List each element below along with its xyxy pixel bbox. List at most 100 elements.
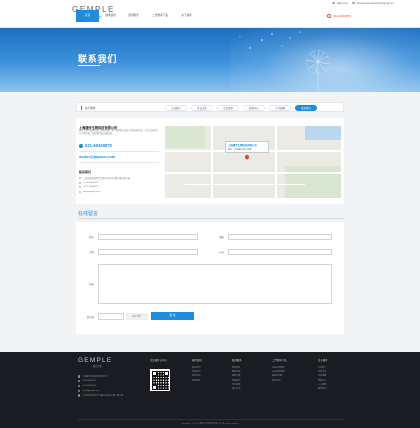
footer-col-about: 关于捷步 公司简介 企业文化 企业荣誉 新闻中心 人才招聘 联系我们 [318, 358, 328, 391]
footer-divider [78, 419, 344, 420]
map-road [211, 126, 213, 198]
map-block [165, 126, 205, 148]
mail-icon [78, 389, 81, 392]
contact-email[interactable]: sxdor@jayaxx.com [79, 154, 115, 159]
page-title: 联系我们 [78, 54, 118, 64]
page-banner: 联系我们 [0, 28, 420, 92]
contact-tel: +021 60400870 [83, 181, 99, 184]
nav-item-ngs[interactable]: 二代测序产品 [145, 10, 175, 22]
footer-tel: 021-60400870 [82, 380, 96, 383]
footer-contact-info: 上海捷步生物科技有限公司 021-60400870 021-60400870 i… [78, 374, 148, 398]
captcha-input[interactable] [98, 313, 124, 320]
captcha-image[interactable]: 4u9E [126, 313, 148, 320]
contact-phone-number: 021-60400870 [85, 143, 113, 148]
map-pin-icon[interactable] [244, 154, 250, 160]
map-water [305, 126, 341, 140]
tab-contact[interactable]: 联系我们 [295, 105, 317, 111]
footer-logo-sub: 捷步生物 [93, 366, 102, 368]
nav-item-about[interactable]: 关于捷步 [175, 10, 198, 22]
location-icon [79, 177, 81, 180]
topbar-site-text[interactable]: www.gemple-biotechnology.com.cn [357, 2, 394, 5]
company-input[interactable] [228, 249, 332, 255]
phone-icon [79, 181, 81, 184]
globe-icon [79, 190, 81, 193]
tab-news[interactable]: 新闻中心 [243, 105, 265, 111]
contact-address: 上海市浦东新区华江路166弄10号楼 I 幢 F座 F室 [83, 178, 130, 181]
phone-icon [78, 380, 81, 383]
topbar-email[interactable]: Jx@s.com [332, 2, 348, 5]
footer-info-row: 上海市浦东新区华江路166弄10号楼 I 幢 F座 [78, 393, 148, 398]
qr-title: 关注捷步公众号 [150, 359, 167, 362]
footer-link[interactable]: 肽剂服务 [192, 379, 202, 383]
divider [79, 162, 159, 163]
name-label: 姓名 [89, 236, 94, 239]
title-underline [78, 65, 100, 66]
header-phone-number: 021-60400870 [333, 14, 352, 18]
footer-col-title: 关于捷步 [318, 359, 328, 362]
contact-heading: 联系我们 [79, 170, 92, 174]
contact-website[interactable]: www.gemple.com [83, 191, 100, 193]
nav-item-home[interactable]: 首页 [76, 10, 99, 22]
copyright: Copyright © 2019 上海捷步生物科技有限公司. All right… [181, 423, 239, 425]
qr-corner [151, 384, 157, 390]
email-label: 邮箱 [219, 236, 224, 239]
footer-link[interactable]: 测序试剂 [272, 379, 286, 383]
footer-col-services: 肽剂服务 服务项目 服务流程 服务方案 质量控制 常见问题 核心技术 [232, 358, 242, 391]
footer-col-peptides: 捷步肽剂 核心肽剂 多肽肽剂 肽剂定制 肽剂服务 [192, 358, 202, 383]
qr-corner [163, 370, 169, 376]
tab-careers[interactable]: 人才招聘 [269, 105, 291, 111]
breadcrumb: 关于捷步 [81, 106, 95, 110]
location-icon [78, 394, 81, 397]
nav-item-peptides[interactable]: 捷步肽剂 [99, 10, 122, 22]
footer-fax: 021-60400870 [82, 384, 96, 387]
footer-link[interactable]: 联系我们 [318, 387, 328, 391]
footer-col-title: 肽剂服务 [232, 359, 242, 362]
phone-input[interactable] [98, 249, 198, 255]
footer-col-title: 二代测序产品 [272, 359, 287, 362]
tab-profile[interactable]: 公司简介 [165, 105, 187, 111]
contact-fax: +021 60400870 [83, 186, 99, 189]
footer-logo: GEMPLE [78, 357, 113, 364]
globe-icon [352, 1, 355, 5]
name-input[interactable] [98, 234, 198, 240]
map-road [185, 184, 305, 185]
phone-label: 手机 [89, 251, 94, 254]
message-title: 在线留言 [78, 211, 99, 217]
submit-button[interactable]: 提 交 [151, 312, 194, 320]
topbar-site[interactable]: www.gemple-biotechnology.com.cn [352, 2, 394, 5]
footer-address: 上海市浦东新区华江路166弄10号楼 I 幢 F座 [82, 395, 123, 398]
contact-row: www.gemple.com [79, 190, 164, 195]
footer-col-ngs: 二代测序产品 RNA文库建库 DNA文库建库 捕获试剂盒 测序试剂 [272, 358, 286, 383]
main-nav: 首页 捷步肽剂 肽剂服务 二代测序产品 关于捷步 [76, 10, 198, 22]
fax-icon [79, 186, 81, 189]
footer-link[interactable]: 核心技术 [232, 387, 242, 391]
phone-icon [79, 143, 83, 148]
site-footer: GEMPLE 捷步生物 上海捷步生物科技有限公司 021-60400870 02… [0, 352, 420, 428]
map-popup-address: 地址：华江路166弄10号楼 [228, 149, 252, 151]
divider [79, 151, 159, 152]
content-label: 内容 [89, 283, 94, 286]
site-header: GEMPLE 捷步生物 [0, 6, 420, 28]
header-phone: 021-60400870 [327, 14, 351, 18]
company-intro: 捷步生物下属公司是一家以研发、生产和销售为核心的高科技企业，公司主营业务为生物试… [79, 130, 158, 135]
tab-honors[interactable]: 企业荣誉 [217, 105, 239, 111]
footer-email[interactable]: info@gemple.com [82, 390, 99, 392]
tab-culture[interactable]: 企业文化 [191, 105, 213, 111]
footer-qr-col: 关注捷步公众号 [150, 358, 167, 366]
map-block [285, 166, 341, 198]
location-map[interactable]: 上海捷步生物科技有限公司 地址：华江路166弄10号楼 [165, 126, 341, 198]
dandelion-illustration [239, 31, 331, 92]
footer-col-title: 捷步肽剂 [192, 359, 202, 362]
mail-icon [332, 1, 335, 5]
email-input[interactable] [228, 234, 332, 240]
sub-nav: 关于捷步 公司简介 企业文化 企业荣誉 新闻中心 人才招聘 联系我们 [76, 102, 344, 112]
phone-icon [327, 14, 331, 18]
topbar-email-text[interactable]: Jx@s.com [337, 2, 348, 5]
company-label: 公司 [219, 251, 224, 254]
nav-item-services[interactable]: 肽剂服务 [122, 10, 145, 22]
content-textarea[interactable] [98, 264, 332, 304]
contact-card: 上海捷步生物科技有限公司 捷步生物下属公司是一家以研发、生产和销售为核心的高科技… [76, 118, 344, 204]
map-road [275, 126, 277, 198]
home-icon [78, 375, 81, 378]
map-info-popup: 上海捷步生物科技有限公司 地址：华江路166弄10号楼 [225, 141, 269, 153]
